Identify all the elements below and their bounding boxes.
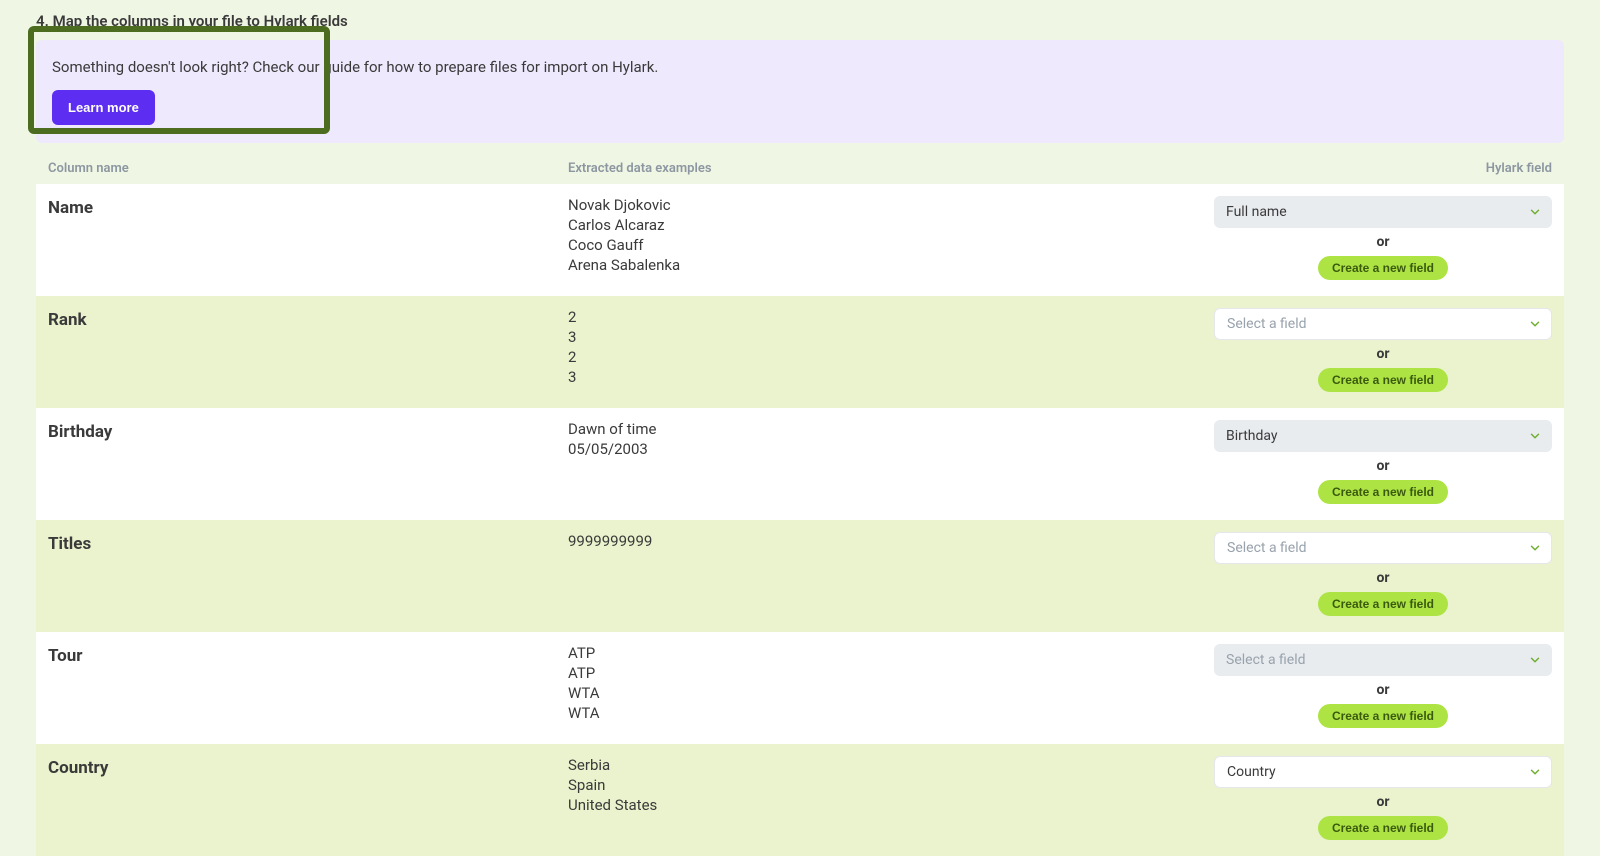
example-value: Dawn of time [568,420,1188,438]
step-text: Map the columns in your file to Hylark f… [53,12,348,30]
create-new-field-button[interactable]: Create a new field [1318,256,1448,280]
table-row: Titles9999999999 Select a field or Create a… [36,520,1564,632]
create-wrap: Create a new field [1214,368,1552,392]
example-value: Serbia [568,756,1188,774]
field-controls: Select a field or Create a new field [1188,644,1552,728]
example-value: Coco Gauff [568,236,1188,254]
create-new-field-button[interactable]: Create a new field [1318,480,1448,504]
field-select[interactable]: Select a field [1214,308,1552,340]
example-value: WTA [568,684,1188,702]
examples-list: 2 3 2 3 [568,308,1188,392]
example-value: Spain [568,776,1188,794]
field-select[interactable]: Select a field [1214,644,1552,676]
table-row: CountrySerbiaSpainUnited StatesCountryor… [36,744,1564,856]
column-name: Rank [48,308,568,392]
create-wrap: Create a new field [1214,816,1552,840]
example-value: Carlos Alcaraz [568,216,1188,234]
table-row: BirthdayDawn of time05/05/2003Birthdayor… [36,408,1564,520]
table-row: NameNovak Djokovic Carlos Alcaraz Coco Gau… [36,184,1564,296]
example-value: 05/05/2003 [568,440,1188,458]
import-mapper-container: 4. Map the columns in your file to Hylar… [0,0,1600,856]
chevron-down-icon [1528,765,1542,779]
step-number: 4. [36,12,49,30]
table-row: TourATP ATP WTA WTA Select a field or Create a… [36,632,1564,744]
or-label: or [1214,458,1552,474]
example-value: United States [568,796,1188,814]
column-name: Tour [48,644,568,728]
chevron-down-icon [1528,205,1542,219]
field-controls: CountryorCreate a new field [1188,756,1552,840]
mapper-rows: NameNovak Djokovic Carlos Alcaraz Coco Gau… [36,184,1564,856]
field-controls: Select a field or Create a new field [1188,308,1552,392]
field-select-wrap: Full name [1214,196,1552,228]
example-value: WTA [568,704,1188,722]
examples-list: Dawn of time 05/05/2003 [568,420,1188,504]
field-controls: Birthday or Create a new field [1188,420,1552,504]
field-select-wrap: Select a field [1214,644,1552,676]
field-select[interactable]: Country [1214,756,1552,788]
learn-more-button[interactable]: Learn more [52,90,155,125]
header-extracted-examples: Extracted data examples [568,161,1188,176]
field-select-wrap: Country [1214,756,1552,788]
field-select-wrap: Birthday [1214,420,1552,452]
chevron-down-icon [1528,317,1542,331]
header-column-name: Column name [48,161,568,176]
column-name: Name [48,196,568,280]
field-select[interactable]: Full name [1214,196,1552,228]
examples-list: Serbia Spain United States [568,756,1188,840]
example-value: Novak Djokovic [568,196,1188,214]
info-banner-text: Something doesn't look right? Check our … [52,58,658,76]
column-name: Titles [48,532,568,616]
example-value: Arena Sabalenka [568,256,1188,274]
create-new-field-button[interactable]: Create a new field [1318,704,1448,728]
example-value: 9999999999 [568,532,1188,550]
create-new-field-button[interactable]: Create a new field [1318,592,1448,616]
create-wrap: Create a new field [1214,256,1552,280]
examples-list: 9999999999 [568,532,1188,616]
create-new-field-button[interactable]: Create a new field [1318,816,1448,840]
column-name: Birthday [48,420,568,504]
or-label: or [1214,570,1552,586]
example-value: 3 [568,368,1188,386]
create-wrap: Create a new field [1214,592,1552,616]
example-value: 3 [568,328,1188,346]
field-select[interactable]: Select a field [1214,532,1552,564]
field-controls: Full name or Create a new field [1188,196,1552,280]
table-row: Rank2 3 2 3 Select a field or Create a new fie… [36,296,1564,408]
step-title: 4. Map the columns in your file to Hylar… [36,12,1564,30]
field-controls: Select a field or Create a new field [1188,532,1552,616]
field-select-wrap: Select a field [1214,308,1552,340]
field-select-wrap: Select a field [1214,532,1552,564]
header-hylark-field: Hylark field [1188,161,1552,176]
example-value: 2 [568,348,1188,366]
mapper-header-row: Column name Extracted data examples Hyla… [36,153,1564,184]
chevron-down-icon [1528,429,1542,443]
example-value: ATP [568,664,1188,682]
example-value: ATP [568,644,1188,662]
field-select[interactable]: Birthday [1214,420,1552,452]
column-name: Country [48,756,568,840]
info-banner: Something doesn't look right? Check our … [36,40,1564,143]
examples-list: Novak Djokovic Carlos Alcaraz Coco Gauff Ar… [568,196,1188,280]
chevron-down-icon [1528,541,1542,555]
create-new-field-button[interactable]: Create a new field [1318,368,1448,392]
or-label: or [1214,346,1552,362]
example-value: 2 [568,308,1188,326]
chevron-down-icon [1528,653,1542,667]
or-label: or [1214,234,1552,250]
or-label: or [1214,682,1552,698]
create-wrap: Create a new field [1214,480,1552,504]
examples-list: ATP ATP WTA WTA [568,644,1188,728]
create-wrap: Create a new field [1214,704,1552,728]
